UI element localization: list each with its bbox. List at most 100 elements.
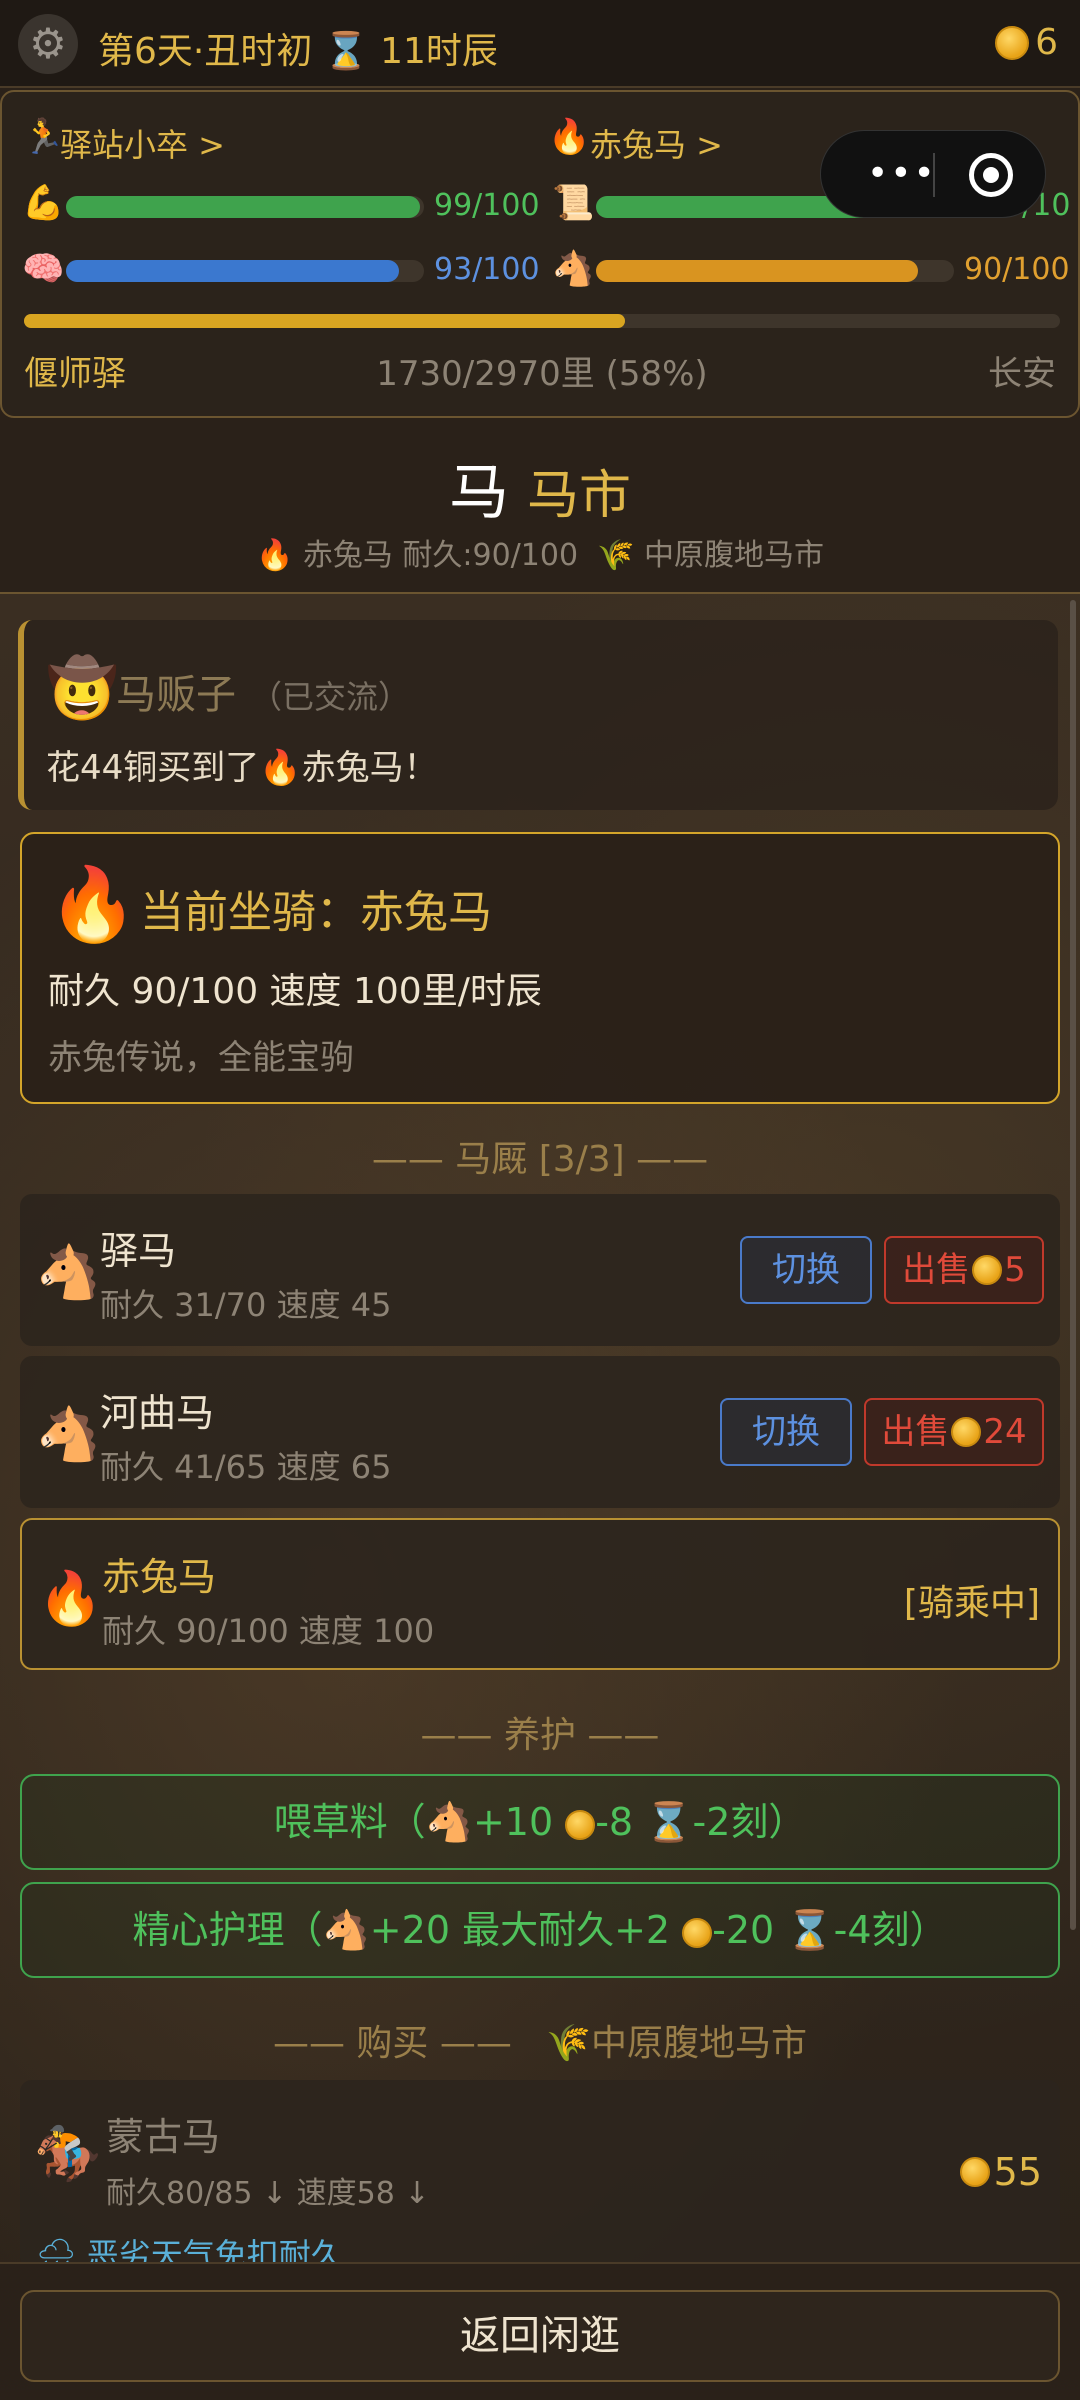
feed-time: -2刻） [692,1800,807,1844]
horse-hp-bar [596,260,954,282]
location-mount-info: 赤兔马 耐久:90/100 [302,538,579,573]
groom-effect: +20 最大耐久+2 [369,1908,683,1952]
mind-value: 93/100 [434,252,540,287]
fire-icon: 🔥 [259,748,302,788]
coin-icon [682,1917,713,1948]
switch-button[interactable]: 切换 [740,1236,872,1304]
mount-name-link[interactable]: 赤兔马 > [590,120,723,166]
sell-label: 出售 [881,1412,950,1452]
sell-button[interactable]: 出售 5 [884,1236,1044,1304]
time-display: 第6天·丑时初 ⌛ 11时辰 [98,22,498,74]
capsule-divider [933,153,935,197]
hourglass-icon: ⌛ [323,31,369,72]
riding-status: [骑乘中] [903,1583,1040,1624]
stamina-bar [66,196,424,218]
coin-count: 6 [1035,22,1058,63]
stable-item: 🐴 驿马 耐久 31/70 速度 45 切换 出售 5 [20,1194,1060,1346]
mind-bar-fill [66,260,399,282]
grain-icon: 🌾 [597,538,635,573]
cowboy-face-icon: 🤠 [46,654,119,722]
horse-name: 赤兔马 [102,1555,217,1599]
route-progress-fill [24,314,625,328]
horse-racing-icon: 🏇 [34,2122,102,2185]
player-name-link[interactable]: 驿站小卒 > [60,120,225,166]
horse-hp-value: 90/100 [964,252,1070,287]
current-mount-desc: 赤兔传说，全能宝驹 [48,1038,354,1078]
horse-hp-bar-fill [596,260,919,282]
grain-icon: 🌾 [546,2023,592,2064]
stamina-bar-fill [66,196,421,218]
npc-dialog: 🤠 马贩子 （已交流） 花44铜买到了🔥赤兔马！ [18,620,1058,810]
groom-button[interactable]: 精心护理（🐴+20 最大耐久+2 -20 ⌛-4刻） [20,1882,1060,1978]
feed-cost: -8 [595,1800,646,1844]
stable-item: 🐴 河曲马 耐久 41/65 速度 65 切换 出售 24 [20,1356,1060,1508]
sell-button[interactable]: 出售 24 [864,1398,1044,1466]
settings-gear-icon[interactable]: ⚙ [18,14,78,74]
coin-balance: 6 [995,22,1058,63]
fire-icon: 🔥 [255,538,294,573]
current-mount-stats: 耐久 90/100 速度 100里/时辰 [48,971,542,1012]
route-progress-text: 1730/2970里 (58%) [376,354,708,394]
buy-header-label: —— 购买 —— [272,2023,512,2064]
coin-icon [951,1417,982,1447]
buy-horse-name: 蒙古马 [106,2115,221,2159]
npc-message: 花44铜买到了🔥赤兔马！ [46,740,438,789]
groom-time: -4刻） [833,1908,948,1952]
fire-icon: 🔥 [38,1569,103,1629]
horse-head-icon: 🐴 [425,1800,473,1844]
hourglass-icon: ⌛ [786,1908,834,1952]
buy-price: 55 [959,2150,1042,2194]
scroll-icon: 📜 [552,183,595,223]
current-mount-title: 当前坐骑：赤兔马 [140,887,492,938]
npc-message-part2: 赤兔马！ [301,748,438,788]
day-time-text: 第6天·丑时初 [98,31,313,72]
brain-icon: 🧠 [22,249,65,289]
buy-region: 中原腹地马市 [591,2023,808,2064]
location-title-main: 马 [448,458,509,528]
hourglass-icon: ⌛ [645,1800,693,1844]
stable-header: —— 马厩 [3/3] —— [371,1139,709,1180]
coin-icon [972,1255,1003,1285]
buy-price-value: 55 [993,2150,1042,2194]
fire-icon: 🔥 [548,117,591,157]
care-header: —— 养护 —— [420,1715,660,1756]
coin-icon [959,2157,990,2187]
sell-price: 5 [1004,1250,1026,1290]
sell-label: 出售 [902,1250,971,1290]
coin-icon [995,25,1030,60]
back-button[interactable]: 返回闲逛 [20,2290,1060,2382]
location-header: 马马市 🔥 赤兔马 耐久:90/100 🌾 中原腹地马市 [0,422,1080,594]
feed-button[interactable]: 喂草料（🐴+10 -8 ⌛-2刻） [20,1774,1060,1870]
horse-name: 驿马 [100,1229,177,1273]
npc-name: 马贩子 [116,672,236,718]
miniprogram-capsule: ••• [820,130,1046,218]
bottom-bar: 返回闲逛 [0,2262,1080,2400]
groom-label: 精心护理（ [132,1908,323,1952]
buy-horse-stats: 耐久80/85 ↓ 速度58 ↓ [106,2176,430,2211]
groom-cost: -20 [712,1908,787,1952]
horse-stats: 耐久 90/100 速度 100 [102,1612,435,1650]
runner-icon: 🏃 [22,117,65,157]
feed-label: 喂草料（ [273,1800,426,1844]
horse-stats: 耐久 31/70 速度 45 [100,1286,392,1324]
fire-icon: 🔥 [48,862,138,946]
stable-item-active: 🔥 赤兔马 耐久 90/100 速度 100 [骑乘中] [20,1518,1060,1670]
buy-item[interactable]: 🏇 蒙古马 耐久80/85 ↓ 速度58 ↓ 🌧 恶劣天气免扣耐久 55 [20,2080,1060,2270]
top-bar: ⚙ 第6天·丑时初 ⌛ 11时辰 6 [0,0,1080,88]
more-options-icon[interactable]: ••• [867,153,937,194]
location-title: 马马市 [0,444,1080,531]
coin-icon [565,1809,596,1840]
horse-head-icon: 🐴 [322,1908,370,1952]
npc-state: （已交流） [250,678,411,716]
npc-speaker: 马贩子 （已交流） [116,662,410,720]
route-destination: 长安 [988,354,1056,394]
npc-message-part1: 花44铜买到了 [46,748,260,788]
location-subtitle: 🔥 赤兔马 耐久:90/100 🌾 中原腹地马市 [0,530,1080,574]
sell-price: 24 [983,1412,1027,1452]
current-mount-card: 🔥 当前坐骑：赤兔马 耐久 90/100 速度 100里/时辰 赤兔传说，全能宝… [20,832,1060,1104]
switch-button[interactable]: 切换 [720,1398,852,1466]
remaining-time-text: 11时辰 [380,31,498,72]
mind-bar [66,260,424,282]
muscle-icon: 💪 [22,183,65,223]
close-target-icon[interactable] [969,153,1013,197]
